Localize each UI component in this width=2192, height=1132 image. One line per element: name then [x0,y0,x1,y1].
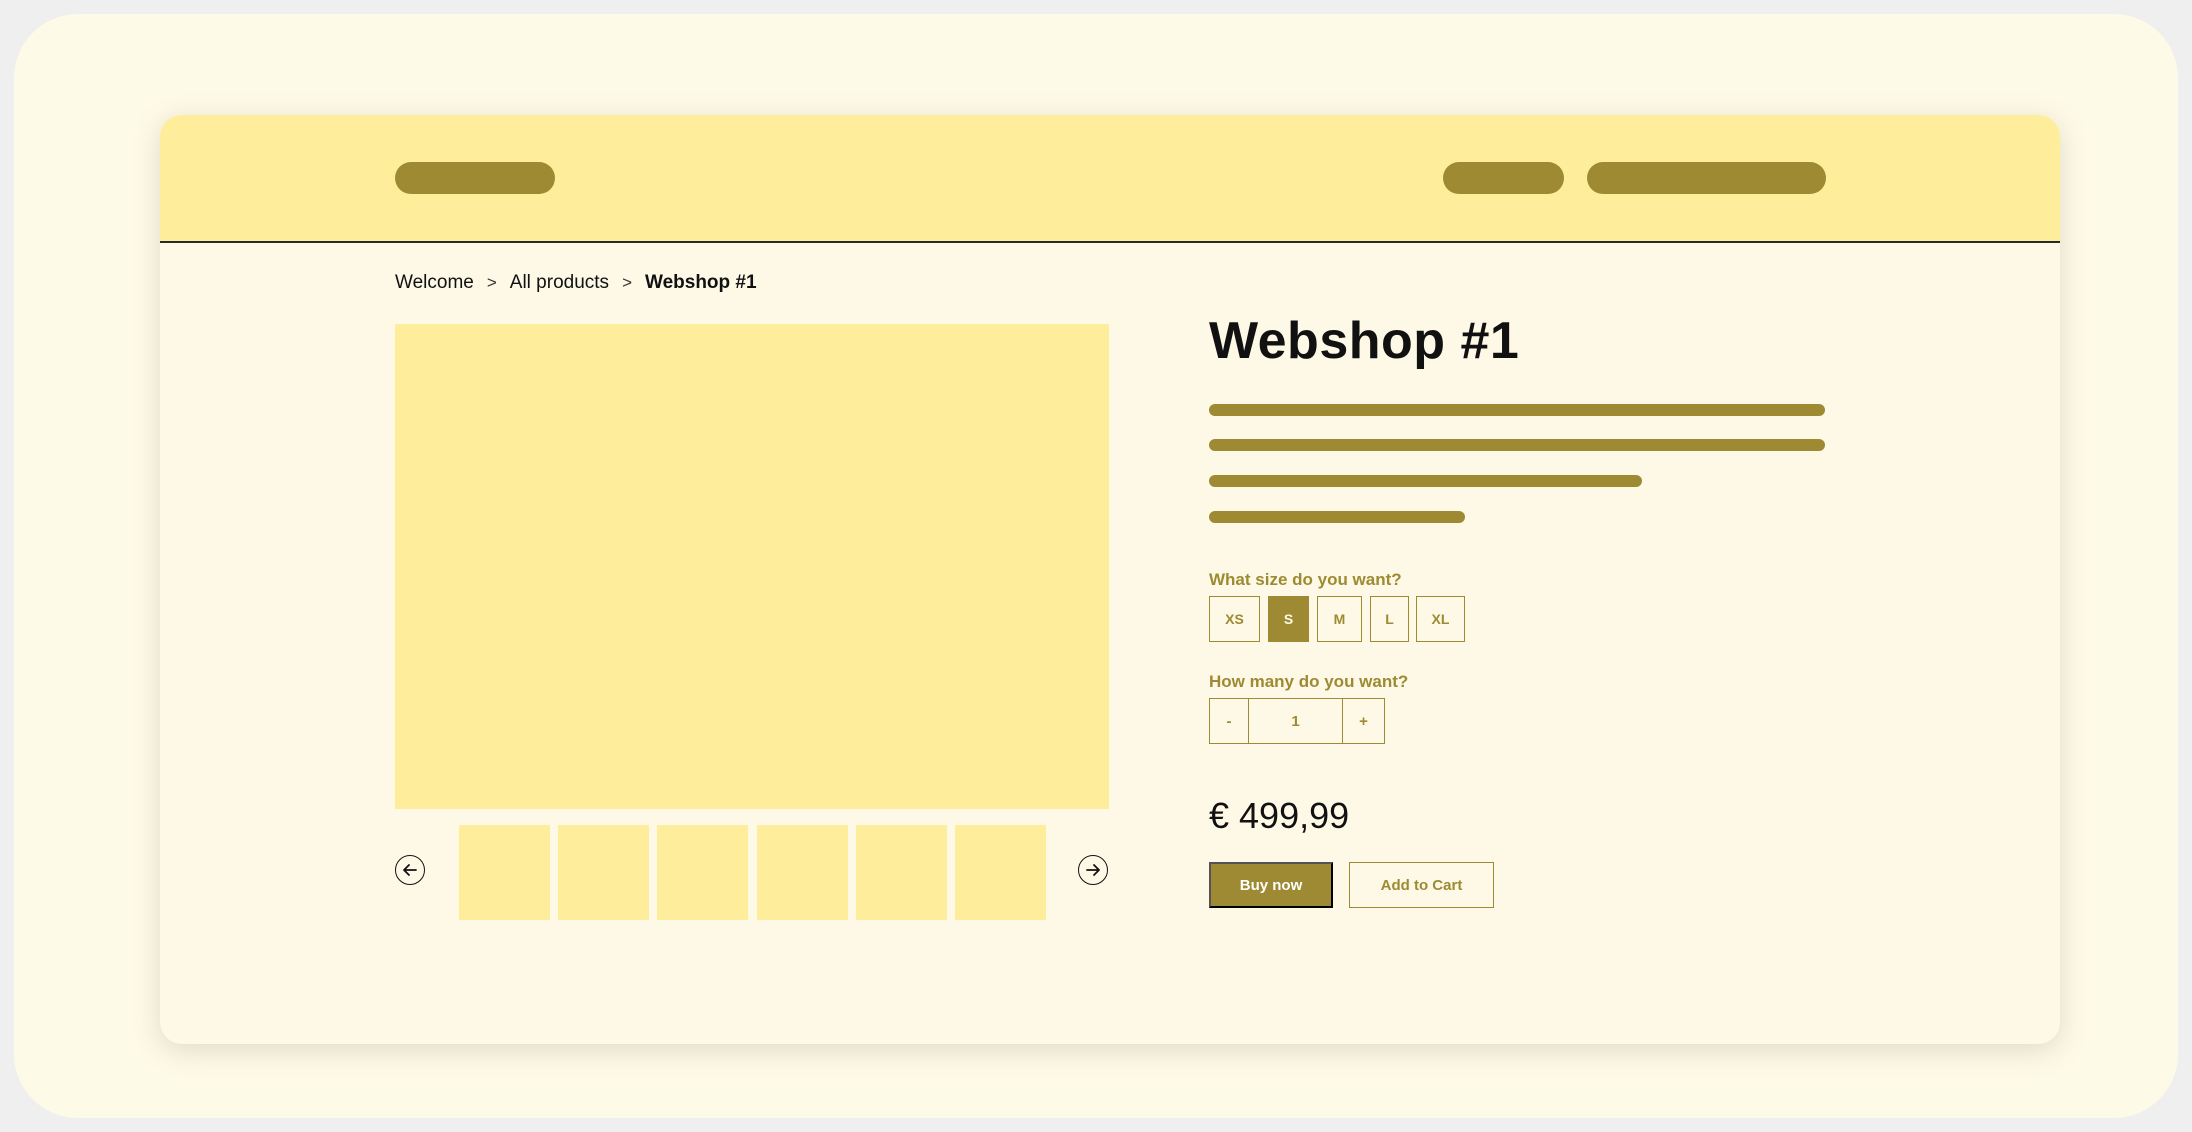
size-option-xl[interactable]: XL [1416,596,1465,642]
product-price: € 499,99 [1209,795,1350,836]
add-to-cart-button[interactable]: Add to Cart [1349,862,1494,908]
quantity-increment-button[interactable]: + [1343,698,1385,744]
gallery-thumbnail[interactable] [856,825,947,920]
nav-item-placeholder[interactable] [1443,162,1564,194]
breadcrumb-separator: > [486,273,497,292]
gallery-next-button[interactable] [1078,855,1108,885]
buy-now-button[interactable]: Buy now [1209,862,1333,908]
description-line-placeholder [1209,404,1825,416]
quantity-input[interactable]: 1 [1249,698,1343,744]
size-option-s[interactable]: S [1268,596,1309,642]
quantity-label: How many do you want? [1209,672,1409,691]
gallery-thumbnail[interactable] [657,825,748,920]
arrow-left-circle-icon [403,864,417,876]
breadcrumb: Welcome > All products > Webshop #1 [395,272,757,294]
quantity-stepper: - 1 + [1209,698,1385,744]
size-label: What size do you want? [1209,570,1402,589]
size-option-xs[interactable]: XS [1209,596,1260,642]
breadcrumb-current: Webshop #1 [645,272,757,293]
gallery-thumbnail[interactable] [955,825,1046,920]
size-option-l[interactable]: L [1370,596,1409,642]
nav-item-placeholder[interactable] [1587,162,1826,194]
breadcrumb-item-all-products[interactable]: All products [510,272,609,294]
site-header [160,115,2060,243]
description-line-placeholder [1209,475,1642,487]
logo-placeholder[interactable] [395,162,555,194]
breadcrumb-separator: > [622,273,632,292]
quantity-decrement-button[interactable]: - [1209,698,1249,744]
product-title: Webshop #1 [1209,312,1520,370]
gallery-prev-button[interactable] [395,855,425,885]
size-option-m[interactable]: M [1317,596,1362,642]
gallery-thumbnail[interactable] [757,825,848,920]
arrow-right-circle-icon [1086,864,1100,876]
breadcrumb-item-welcome[interactable]: Welcome [395,272,474,294]
description-line-placeholder [1209,439,1825,451]
gallery-thumbnail[interactable] [459,825,550,920]
product-main-image [395,324,1109,809]
webshop-page: Welcome > All products > Webshop #1 Webs… [160,115,2060,1044]
description-line-placeholder [1209,511,1465,523]
gallery-thumbnail[interactable] [558,825,649,920]
outer-frame: Welcome > All products > Webshop #1 Webs… [14,14,2178,1118]
